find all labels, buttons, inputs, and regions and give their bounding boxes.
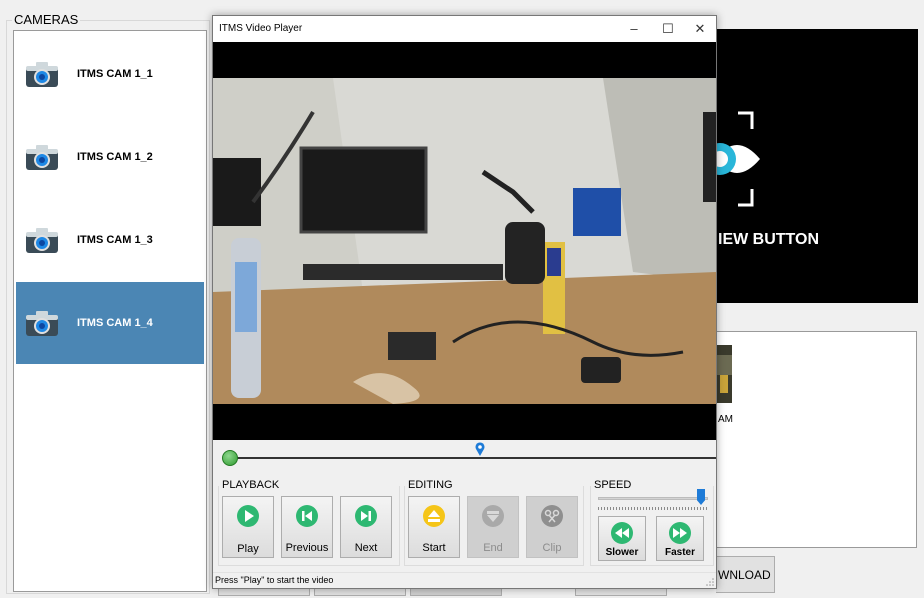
camera-item-2[interactable]: ITMS CAM 1_2 xyxy=(16,116,204,198)
start-button[interactable]: Start xyxy=(408,496,460,558)
play-icon xyxy=(237,505,259,527)
camera-label: ITMS CAM 1_3 xyxy=(77,234,153,246)
eject-icon xyxy=(423,505,445,527)
slower-label: Slower xyxy=(605,547,639,558)
faster-label: Faster xyxy=(664,547,695,558)
faster-button[interactable]: Faster xyxy=(656,516,704,561)
download-button[interactable]: WNLOAD xyxy=(716,556,775,593)
recording-label: AM xyxy=(718,414,733,425)
status-bar: Press "Play" to start the video xyxy=(213,572,716,588)
maximize-button[interactable]: ☐ xyxy=(653,19,683,39)
camera-icon xyxy=(25,226,59,254)
next-icon xyxy=(355,505,377,527)
close-button[interactable]: ✕ xyxy=(685,19,715,39)
window-title: ITMS Video Player xyxy=(219,23,303,34)
cameras-title: CAMERAS xyxy=(12,12,81,27)
previous-icon xyxy=(296,505,318,527)
eye-icon xyxy=(716,111,760,207)
next-button[interactable]: Next xyxy=(340,496,392,558)
seek-track[interactable] xyxy=(223,457,716,459)
preview-panel[interactable]: IEW BUTTON xyxy=(716,29,918,303)
previous-button[interactable]: Previous xyxy=(281,496,333,558)
resize-grip-icon[interactable] xyxy=(706,578,714,586)
play-label: Play xyxy=(237,543,259,555)
camera-item-3[interactable]: ITMS CAM 1_3 xyxy=(16,199,204,281)
speed-slider-track[interactable] xyxy=(598,497,708,500)
previous-label: Previous xyxy=(285,542,329,554)
rewind-icon xyxy=(611,522,633,544)
download-label: WNLOAD xyxy=(718,567,771,582)
seek-bar[interactable] xyxy=(213,440,716,476)
end-label: End xyxy=(483,542,503,554)
clip-label: Clip xyxy=(542,542,562,554)
play-button[interactable]: Play xyxy=(222,496,274,558)
video-player-window: ITMS Video Player – ☐ ✕ PLAYBACK Play Pr… xyxy=(212,15,717,589)
speed-title: SPEED xyxy=(594,479,632,491)
video-frame xyxy=(213,42,716,440)
start-label: Start xyxy=(422,542,446,554)
next-label: Next xyxy=(354,542,378,554)
camera-item-1[interactable]: ITMS CAM 1_1 xyxy=(16,33,204,115)
title-bar[interactable]: ITMS Video Player – ☐ ✕ xyxy=(213,16,716,42)
speed-slider-ticks xyxy=(598,507,708,510)
camera-icon xyxy=(25,143,59,171)
camera-icon xyxy=(25,309,59,337)
seek-knob[interactable] xyxy=(222,450,238,466)
camera-list[interactable]: ITMS CAM 1_1 ITMS CAM 1_2 ITMS CAM 1_3 I… xyxy=(13,30,207,592)
slower-button[interactable]: Slower xyxy=(598,516,646,561)
editing-title: EDITING xyxy=(408,479,453,491)
minimize-button[interactable]: – xyxy=(619,19,649,39)
playback-title: PLAYBACK xyxy=(222,479,280,491)
camera-label: ITMS CAM 1_1 xyxy=(77,68,153,80)
position-marker-icon[interactable] xyxy=(475,442,485,456)
end-icon xyxy=(482,505,504,527)
end-button[interactable]: End xyxy=(467,496,519,558)
camera-icon xyxy=(25,60,59,88)
camera-label: ITMS CAM 1_2 xyxy=(77,151,153,163)
clip-icon xyxy=(541,505,563,527)
status-text: Press "Play" to start the video xyxy=(215,575,334,585)
fast-forward-icon xyxy=(669,522,691,544)
video-display[interactable] xyxy=(213,42,716,440)
recordings-list[interactable] xyxy=(716,331,917,548)
camera-label: ITMS CAM 1_4 xyxy=(77,317,153,329)
recording-thumbnail[interactable] xyxy=(716,345,732,403)
preview-button-label: IEW BUTTON xyxy=(718,231,820,248)
clip-button[interactable]: Clip xyxy=(526,496,578,558)
camera-item-4[interactable]: ITMS CAM 1_4 xyxy=(16,282,204,364)
